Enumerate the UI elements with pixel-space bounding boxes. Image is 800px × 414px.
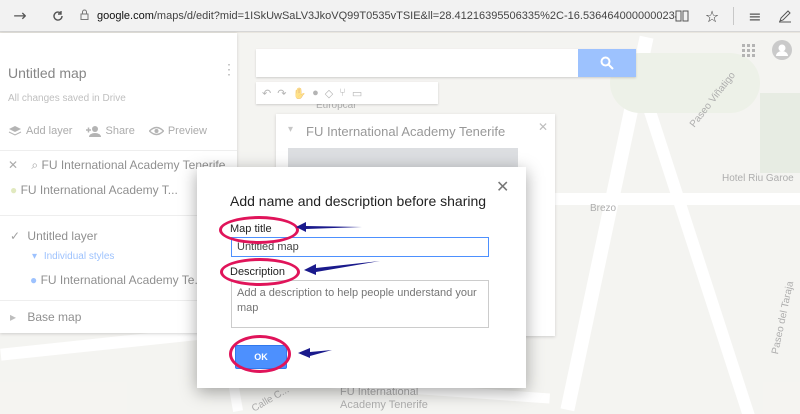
description-textarea[interactable] bbox=[231, 280, 489, 328]
refresh-icon[interactable] bbox=[44, 2, 72, 30]
close-icon[interactable]: ✕ bbox=[496, 177, 509, 196]
annotation-ring bbox=[229, 335, 291, 373]
address-bar[interactable]: google.com/maps/d/edit?mid=1ISkUwSaLV3Jk… bbox=[76, 5, 676, 27]
web-note-icon[interactable] bbox=[770, 2, 800, 30]
favorite-star-icon[interactable]: ☆ bbox=[697, 2, 727, 30]
url-domain: google.com bbox=[97, 10, 154, 22]
annotation-ring bbox=[220, 258, 300, 286]
browser-toolbar: → google.com/maps/d/edit?mid=1ISkUwSaLV3… bbox=[0, 0, 800, 32]
toolbar-separator bbox=[733, 7, 734, 25]
reading-view-icon[interactable] bbox=[667, 2, 697, 30]
annotation-ring bbox=[219, 216, 299, 244]
hub-menu-icon[interactable]: ≡ bbox=[740, 2, 770, 30]
dialog-title: Add name and description before sharing bbox=[230, 193, 487, 209]
lock-icon bbox=[80, 9, 89, 23]
back-icon[interactable]: → bbox=[6, 2, 34, 30]
url-path: /maps/d/edit?mid=1ISkUwSaLV3JkoVQ99T0535… bbox=[153, 10, 676, 22]
